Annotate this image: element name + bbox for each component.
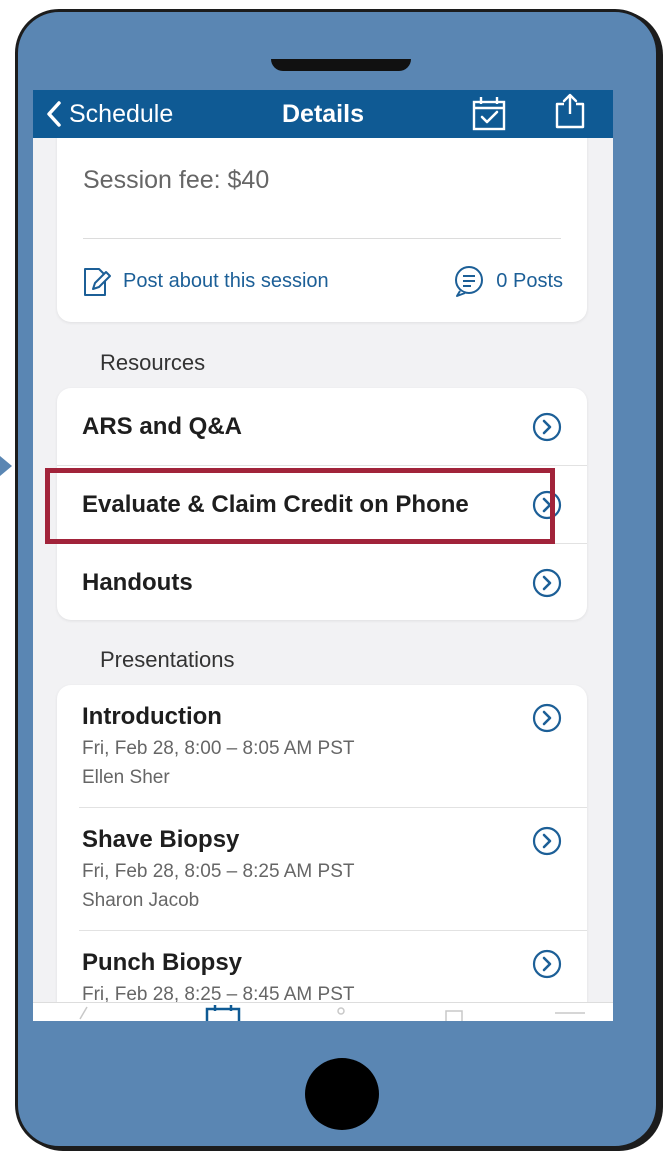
comment-bubble-icon [455, 266, 484, 297]
chevron-right-circle-icon [532, 568, 562, 598]
presentation-speaker: Sharon Jacob [82, 890, 200, 911]
phone-speaker [271, 59, 411, 71]
pointer-arrow-icon [0, 456, 12, 476]
posts-count-label: 0 Posts [496, 269, 563, 292]
post-about-session-label: Post about this session [123, 269, 329, 292]
page-title: Details [282, 100, 364, 128]
resource-item-ars[interactable]: ARS and Q&A [57, 388, 587, 465]
presentation-speaker: Ellen Sher [82, 767, 170, 788]
app-screen: Session fee: $40 Post about this session… [33, 90, 613, 1021]
chevron-right-circle-icon [532, 412, 562, 442]
share-icon[interactable] [552, 92, 588, 130]
resource-item-label: Handouts [82, 569, 193, 596]
presentation-time: Fri, Feb 28, 8:05 – 8:25 AM PST [82, 861, 355, 882]
resources-heading: Resources [100, 350, 206, 375]
presentations-card: Introduction Fri, Feb 28, 8:00 – 8:05 AM… [57, 685, 587, 1021]
calendar-check-icon[interactable] [471, 96, 507, 132]
chevron-right-circle-icon [532, 703, 562, 733]
map-tab-icon[interactable] [443, 1005, 465, 1021]
chevron-right-circle-icon [532, 949, 562, 979]
presentations-heading: Presentations [100, 647, 235, 672]
presentation-item-shave-biopsy[interactable]: Shave Biopsy Fri, Feb 28, 8:05 – 8:25 AM… [57, 808, 587, 931]
resource-item-handouts[interactable]: Handouts [57, 544, 587, 621]
home-button[interactable] [305, 1058, 379, 1130]
chevron-right-circle-icon [532, 826, 562, 856]
tab-bar [33, 1002, 613, 1021]
presentation-item-introduction[interactable]: Introduction Fri, Feb 28, 8:00 – 8:05 AM… [57, 685, 587, 808]
home-tab-icon[interactable] [77, 1005, 97, 1021]
presentation-title: Introduction [82, 703, 222, 730]
resource-item-label: ARS and Q&A [82, 413, 243, 440]
session-card: Session fee: $40 Post about this session… [57, 120, 587, 322]
presentation-time: Fri, Feb 28, 8:00 – 8:05 AM PST [82, 738, 355, 759]
chevron-right-circle-icon [532, 490, 562, 520]
schedule-tab-icon[interactable] [205, 1005, 241, 1021]
edit-note-icon [84, 268, 111, 296]
presentation-title: Punch Biopsy [82, 949, 243, 976]
divider [83, 238, 561, 239]
post-about-session-button[interactable]: Post about this session [81, 260, 329, 302]
resource-item-label: Evaluate & Claim Credit on Phone [82, 491, 469, 518]
session-fee: Session fee: $40 [83, 166, 270, 194]
resources-card: ARS and Q&A Evaluate & Claim Credit on P… [57, 388, 587, 620]
presentation-title: Shave Biopsy [82, 826, 240, 853]
more-tab-icon[interactable] [553, 1005, 587, 1021]
people-tab-icon[interactable] [333, 1005, 349, 1021]
resource-item-evaluate-claim-credit[interactable]: Evaluate & Claim Credit on Phone [57, 466, 587, 543]
nav-bar: Schedule Details [33, 90, 613, 138]
posts-count-button[interactable]: 0 Posts [452, 260, 563, 302]
